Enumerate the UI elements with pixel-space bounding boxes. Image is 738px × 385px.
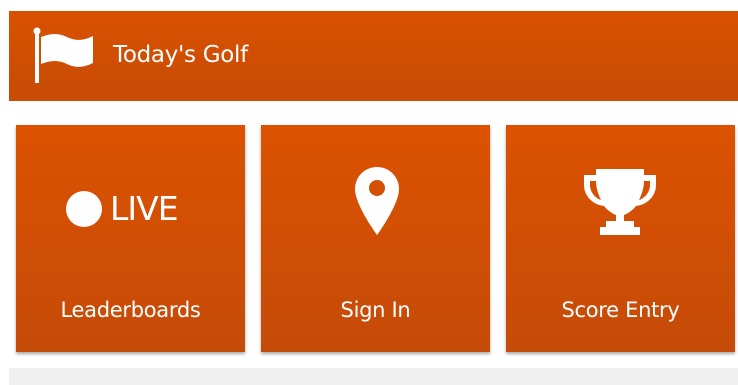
- leaderboards-tile[interactable]: LIVE Leaderboards: [16, 125, 245, 352]
- app-header: Today's Golf: [9, 11, 738, 101]
- live-text: LIVE: [110, 189, 179, 228]
- live-dot-icon: [66, 191, 102, 227]
- trophy-icon: [584, 169, 656, 235]
- bottom-bar: [9, 368, 738, 385]
- sign-in-label: Sign In: [340, 298, 411, 322]
- header-title: Today's Golf: [113, 42, 248, 68]
- location-pin-icon: [355, 167, 399, 235]
- leaderboards-label: Leaderboards: [60, 298, 201, 322]
- sign-in-tile[interactable]: Sign In: [261, 125, 490, 352]
- score-entry-label: Score Entry: [561, 298, 680, 322]
- flag-icon: [33, 27, 93, 83]
- live-indicator: LIVE: [66, 189, 179, 229]
- score-entry-tile[interactable]: Score Entry: [506, 125, 735, 352]
